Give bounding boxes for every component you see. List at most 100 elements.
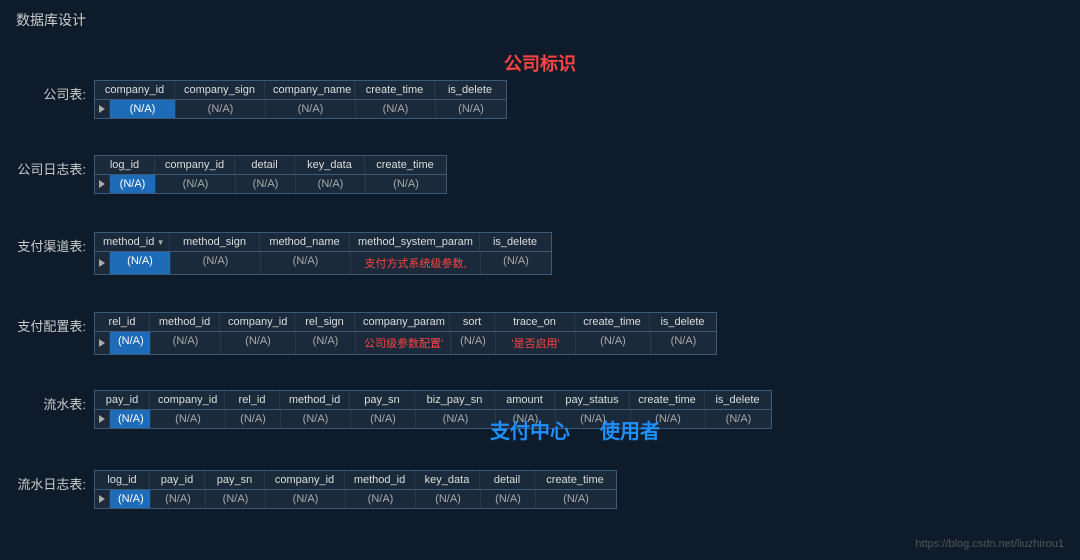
header-cell-4-2: rel_id	[225, 391, 280, 409]
tri-cell-0	[95, 100, 110, 118]
section-label-4: 流水表:	[16, 394, 86, 413]
header-cell-0-1: company_sign	[175, 81, 265, 99]
db-table-5: log_idpay_idpay_sncompany_idmethod_idkey…	[94, 470, 617, 509]
header-cell-3-2: company_id	[220, 313, 295, 331]
data-cell-4-0: (N/A)	[110, 410, 151, 428]
header-cell-0-3: create_time	[355, 81, 435, 99]
data-cell-4-3: (N/A)	[281, 410, 351, 428]
data-cell-4-5: (N/A)	[416, 410, 496, 428]
data-cell-3-5: (N/A)	[451, 332, 496, 354]
header-cell-5-3: company_id	[265, 471, 345, 489]
header-cell-0-0: company_id	[95, 81, 175, 99]
data-cell-1-3: (N/A)	[296, 175, 366, 193]
data-cell-4-9: (N/A)	[706, 410, 771, 428]
header-cell-5-0: log_id	[95, 471, 150, 489]
section-label-1: 公司日志表:	[16, 159, 86, 178]
header-cell-3-8: is_delete	[650, 313, 715, 331]
db-table-3: rel_idmethod_idcompany_idrel_signcompany…	[94, 312, 717, 355]
header-cell-3-3: rel_sign	[295, 313, 355, 331]
header-cell-5-4: method_id	[345, 471, 415, 489]
db-section-3: 支付配置表:rel_idmethod_idcompany_idrel_signc…	[16, 312, 717, 355]
header-cell-1-3: key_data	[295, 156, 365, 174]
page-title: 数据库设计	[16, 10, 86, 30]
data-cell-3-7: (N/A)	[576, 332, 651, 354]
db-section-1: 公司日志表: log_idcompany_iddetailkey_datacrea…	[16, 155, 447, 194]
center-label: 公司标识	[504, 50, 576, 76]
data-cell-4-1: (N/A)	[151, 410, 226, 428]
user-label: 使用者	[600, 415, 660, 444]
data-cell-5-1: (N/A)	[151, 490, 206, 508]
header-cell-0-2: company_name	[265, 81, 355, 99]
section-label-0: 公司表:	[16, 84, 86, 103]
header-cell-4-0: pay_id	[95, 391, 150, 409]
data-cell-5-6: (N/A)	[481, 490, 536, 508]
data-cell-0-1: (N/A)	[176, 100, 266, 118]
header-cell-3-1: method_id	[150, 313, 220, 331]
section-label-5: 流水日志表:	[16, 474, 86, 493]
data-cell-2-0: (N/A)	[110, 252, 171, 274]
data-cell-3-3: (N/A)	[296, 332, 356, 354]
header-cell-5-7: create_time	[535, 471, 615, 489]
tri-cell-4	[95, 410, 110, 428]
header-cell-2-3: method_system_param	[350, 233, 480, 251]
data-cell-5-5: (N/A)	[416, 490, 481, 508]
data-cell-1-0: (N/A)	[110, 175, 156, 193]
header-cell-4-6: amount	[495, 391, 555, 409]
header-cell-2-4: is_delete	[480, 233, 550, 251]
header-cell-1-2: detail	[235, 156, 295, 174]
db-section-2: 支付渠道表: method_id ▼method_signmethod_namem…	[16, 232, 552, 275]
db-section-5: 流水日志表: log_idpay_idpay_sncompany_idmethod…	[16, 470, 617, 509]
header-cell-4-7: pay_status	[555, 391, 630, 409]
watermark: https://blog.csdn.net/liuzhirou1	[915, 538, 1064, 550]
header-cell-3-0: rel_id	[95, 313, 150, 331]
header-cell-3-6: trace_on	[495, 313, 575, 331]
data-cell-5-7: (N/A)	[536, 490, 616, 508]
header-cell-5-6: detail	[480, 471, 535, 489]
data-cell-0-3: (N/A)	[356, 100, 436, 118]
data-cell-5-3: (N/A)	[266, 490, 346, 508]
header-cell-4-5: biz_pay_sn	[415, 391, 495, 409]
data-cell-1-4: (N/A)	[366, 175, 446, 193]
header-cell-4-1: company_id	[150, 391, 225, 409]
db-table-4: pay_idcompany_idrel_idmethod_idpay_snbiz…	[94, 390, 772, 429]
data-cell-2-1: (N/A)	[171, 252, 261, 274]
header-cell-1-0: log_id	[95, 156, 155, 174]
header-cell-2-1: method_sign	[170, 233, 260, 251]
section-label-2: 支付渠道表:	[16, 236, 86, 255]
data-cell-3-1: (N/A)	[151, 332, 221, 354]
tri-cell-1	[95, 175, 110, 193]
data-cell-3-8: (N/A)	[651, 332, 716, 354]
header-cell-3-5: sort	[450, 313, 495, 331]
header-cell-2-0: method_id ▼	[95, 233, 170, 251]
pay-center-label: 支付中心	[490, 415, 570, 444]
tri-cell-2	[95, 252, 110, 274]
data-cell-1-2: (N/A)	[236, 175, 296, 193]
data-cell-3-2: (N/A)	[221, 332, 296, 354]
header-cell-0-4: is_delete	[435, 81, 505, 99]
data-cell-2-2: (N/A)	[261, 252, 351, 274]
db-table-0: company_idcompany_signcompany_namecreate…	[94, 80, 507, 119]
header-cell-3-4: company_param	[355, 313, 450, 331]
data-cell-3-0: (N/A)	[110, 332, 151, 354]
data-cell-2-4: (N/A)	[481, 252, 551, 274]
data-cell-3-6: '是否启用'	[496, 332, 576, 354]
header-cell-2-2: method_name	[260, 233, 350, 251]
data-cell-5-0: (N/A)	[110, 490, 151, 508]
header-cell-3-7: create_time	[575, 313, 650, 331]
header-cell-1-4: create_time	[365, 156, 445, 174]
header-cell-5-5: key_data	[415, 471, 480, 489]
data-cell-5-2: (N/A)	[206, 490, 266, 508]
tri-cell-5	[95, 490, 110, 508]
data-cell-0-2: (N/A)	[266, 100, 356, 118]
header-cell-4-9: is_delete	[705, 391, 770, 409]
data-cell-4-2: (N/A)	[226, 410, 281, 428]
header-cell-4-8: create_time	[630, 391, 705, 409]
db-table-1: log_idcompany_iddetailkey_datacreate_tim…	[94, 155, 447, 194]
data-cell-4-4: (N/A)	[351, 410, 416, 428]
data-cell-5-4: (N/A)	[346, 490, 416, 508]
data-cell-1-1: (N/A)	[156, 175, 236, 193]
header-cell-4-3: method_id	[280, 391, 350, 409]
header-cell-5-2: pay_sn	[205, 471, 265, 489]
db-section-0: 公司表: company_idcompany_signcompany_namecr…	[16, 80, 507, 119]
data-cell-0-4: (N/A)	[436, 100, 506, 118]
